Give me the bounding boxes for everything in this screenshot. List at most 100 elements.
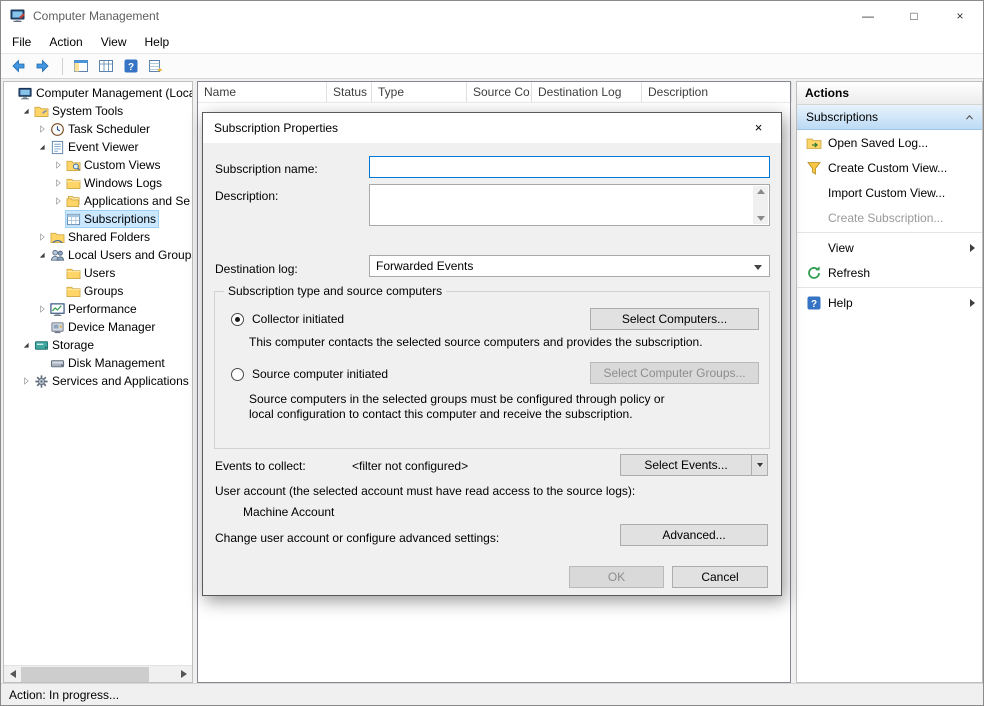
- tree-item-body[interactable]: System Tools: [33, 102, 126, 120]
- chevron-collapsed-icon[interactable]: [36, 303, 48, 315]
- chevron-collapsed-icon[interactable]: [52, 195, 64, 207]
- tree-item-applications-and-se[interactable]: Applications and Se: [4, 192, 192, 210]
- collapse-group-icon[interactable]: [964, 112, 975, 123]
- destination-log-value: Forwarded Events: [376, 259, 473, 273]
- chevron-collapsed-icon[interactable]: [36, 231, 48, 243]
- tree-item-body[interactable]: Device Manager: [49, 318, 158, 336]
- action-refresh[interactable]: Refresh: [797, 260, 982, 285]
- tree-item-task-scheduler[interactable]: Task Scheduler: [4, 120, 192, 138]
- column-header-type[interactable]: Type: [372, 82, 467, 102]
- column-header-status[interactable]: Status: [327, 82, 372, 102]
- tree-horizontal-scrollbar[interactable]: [4, 665, 192, 682]
- menu-action[interactable]: Action: [40, 32, 91, 52]
- tree-item-body[interactable]: Storage: [33, 336, 97, 354]
- tree-item-device-manager[interactable]: Device Manager: [4, 318, 192, 336]
- collector-initiated-radio[interactable]: Collector initiated: [231, 312, 344, 326]
- tree-item-body[interactable]: Groups: [65, 282, 126, 300]
- menu-file[interactable]: File: [3, 32, 40, 52]
- description-textarea[interactable]: [369, 184, 770, 226]
- back-button[interactable]: [6, 55, 30, 77]
- chevron-expanded-icon[interactable]: [20, 339, 32, 351]
- tree-item-body[interactable]: Shared Folders: [49, 228, 153, 246]
- chevron-expanded-icon[interactable]: [36, 249, 48, 261]
- tree-item-body[interactable]: Performance: [49, 300, 140, 318]
- tree-item-label: Groups: [84, 284, 123, 298]
- column-header-name[interactable]: Name: [198, 82, 327, 102]
- export-list-button[interactable]: [144, 55, 168, 77]
- tree-item-body[interactable]: Services and Applications: [33, 372, 192, 390]
- chevron-collapsed-icon[interactable]: [20, 375, 32, 387]
- tree-item-shared-folders[interactable]: Shared Folders: [4, 228, 192, 246]
- action-import-custom-view[interactable]: Import Custom View...: [797, 180, 982, 205]
- action-view[interactable]: View: [797, 235, 982, 260]
- console-tree-button[interactable]: [69, 55, 93, 77]
- menu-view[interactable]: View: [92, 32, 136, 52]
- properties-button[interactable]: [94, 55, 118, 77]
- maximize-button[interactable]: □: [891, 1, 937, 31]
- action-create-custom-view[interactable]: Create Custom View...: [797, 155, 982, 180]
- dialog-close-button[interactable]: ×: [736, 113, 781, 142]
- action-open-saved-log[interactable]: Open Saved Log...: [797, 130, 982, 155]
- chevron-expanded-icon[interactable]: [36, 141, 48, 153]
- tree-item-users[interactable]: Users: [4, 264, 192, 282]
- tree-item-services-and-applications[interactable]: Services and Applications: [4, 372, 192, 390]
- forward-button[interactable]: [31, 55, 55, 77]
- menu-help[interactable]: Help: [136, 32, 179, 52]
- combo-dropdown-icon[interactable]: [754, 265, 762, 270]
- chevron-collapsed-icon[interactable]: [52, 177, 64, 189]
- select-computers-button[interactable]: Select Computers...: [590, 308, 759, 330]
- help-button[interactable]: ?: [119, 55, 143, 77]
- chevron-collapsed-icon[interactable]: [36, 123, 48, 135]
- scroll-right-button[interactable]: [175, 666, 192, 682]
- tree-item-storage[interactable]: Storage: [4, 336, 192, 354]
- advanced-button[interactable]: Advanced...: [620, 524, 768, 546]
- chevron-spacer: [36, 357, 48, 369]
- tree-item-body[interactable]: Subscriptions: [65, 210, 159, 228]
- tree-item-body[interactable]: Task Scheduler: [49, 120, 153, 138]
- tree-item-body[interactable]: Event Viewer: [49, 138, 141, 156]
- column-header-source-co[interactable]: Source Co...: [467, 82, 532, 102]
- chevron-expanded-icon[interactable]: [20, 105, 32, 117]
- source-computer-initiated-radio[interactable]: Source computer initiated: [231, 367, 388, 381]
- scroll-down-icon[interactable]: [757, 216, 765, 221]
- scroll-up-icon[interactable]: [757, 189, 765, 194]
- tree-item-body[interactable]: Users: [65, 264, 118, 282]
- subscription-properties-dialog: Subscription Properties × Subscription n…: [202, 112, 782, 596]
- description-scrollbar[interactable]: [753, 186, 768, 224]
- tree-item-disk-management[interactable]: Disk Management: [4, 354, 192, 372]
- tree-item-windows-logs[interactable]: Windows Logs: [4, 174, 192, 192]
- tree-item-body[interactable]: Windows Logs: [65, 174, 165, 192]
- radio-unselected-icon[interactable]: [231, 368, 244, 381]
- cancel-button[interactable]: Cancel: [672, 566, 768, 588]
- tree-item-system-tools[interactable]: System Tools: [4, 102, 192, 120]
- scroll-left-button[interactable]: [4, 666, 21, 682]
- select-events-dropdown[interactable]: [751, 455, 767, 475]
- tree-item-groups[interactable]: Groups: [4, 282, 192, 300]
- select-events-button[interactable]: Select Events...: [620, 454, 768, 476]
- tree-item-body[interactable]: Computer Management (Local: [17, 84, 192, 102]
- tree-item-event-viewer[interactable]: Event Viewer: [4, 138, 192, 156]
- radio-selected-icon[interactable]: [231, 313, 244, 326]
- tree-item-computer-management-local[interactable]: Computer Management (Local: [4, 84, 192, 102]
- tree-item-performance[interactable]: Performance: [4, 300, 192, 318]
- tree-item-body[interactable]: Custom Views: [65, 156, 163, 174]
- properties-icon: [98, 58, 114, 74]
- tree-item-local-users-and-groups[interactable]: Local Users and Groups: [4, 246, 192, 264]
- actions-group-subscriptions[interactable]: Subscriptions: [797, 105, 982, 130]
- minimize-button[interactable]: —: [845, 1, 891, 31]
- tree-item-custom-views[interactable]: Custom Views: [4, 156, 192, 174]
- scrollbar-thumb[interactable]: [21, 667, 149, 682]
- tree-item-subscriptions[interactable]: Subscriptions: [4, 210, 192, 228]
- tree-item-body[interactable]: Applications and Se: [65, 192, 192, 210]
- chevron-collapsed-icon[interactable]: [52, 159, 64, 171]
- column-header-destination-log[interactable]: Destination Log: [532, 82, 642, 102]
- subscription-name-input[interactable]: [369, 156, 770, 178]
- column-header-description[interactable]: Description: [642, 82, 792, 102]
- action-create-subscription: Create Subscription...: [797, 205, 982, 230]
- tree-item-body[interactable]: Disk Management: [49, 354, 168, 372]
- computer-icon: [18, 86, 33, 101]
- destination-log-select[interactable]: Forwarded Events: [369, 255, 770, 277]
- action-help[interactable]: ?Help: [797, 290, 982, 315]
- close-button[interactable]: ×: [937, 1, 983, 31]
- tree-item-body[interactable]: Local Users and Groups: [49, 246, 192, 264]
